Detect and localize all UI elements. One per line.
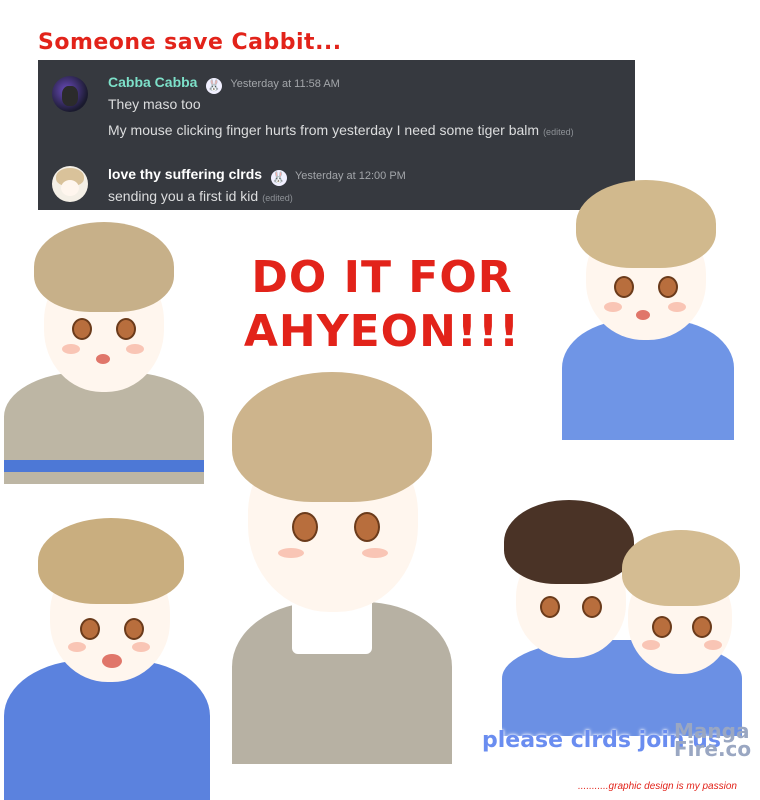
chat-message-text: sending you a first id kid (edited) (108, 188, 293, 204)
chat-username[interactable]: Cabba Cabba (108, 74, 197, 90)
bunny-icon: 🐰 (205, 78, 222, 94)
character-illustration (4, 510, 210, 800)
headline-line-1: DO IT FOR (251, 252, 513, 303)
chat-username[interactable]: love thy suffering clrds (108, 166, 262, 182)
character-illustration (4, 222, 204, 484)
avatar[interactable] (52, 166, 88, 202)
chat-message-text: My mouse clicking finger hurts from yest… (108, 122, 574, 138)
character-illustration (502, 500, 742, 736)
character-illustration (552, 180, 736, 440)
top-caption: Someone save Cabbit... (38, 30, 342, 55)
mangafire-logo: Manga Fire.co (674, 719, 752, 761)
bottom-note: ...........graphic design is my passion (578, 781, 737, 792)
chat-timestamp: Yesterday at 12:00 PM (294, 170, 406, 182)
character-illustration (212, 372, 454, 764)
chat-timestamp: Yesterday at 11:58 AM (230, 78, 340, 90)
edited-tag: (edited) (262, 193, 293, 203)
edited-tag: (edited) (543, 127, 574, 137)
avatar[interactable] (52, 76, 88, 112)
chat-panel: Cabba Cabba 🐰 Yesterday at 11:58 AM They… (38, 60, 635, 210)
chat-message-text: They maso too (108, 96, 201, 112)
chat-message: love thy suffering clrds 🐰 Yesterday at … (38, 160, 635, 208)
headline-line-2: AHYEON!!! (243, 306, 521, 357)
bunny-icon: 🐰 (270, 170, 287, 186)
chat-message: Cabba Cabba 🐰 Yesterday at 11:58 AM They… (38, 72, 635, 152)
